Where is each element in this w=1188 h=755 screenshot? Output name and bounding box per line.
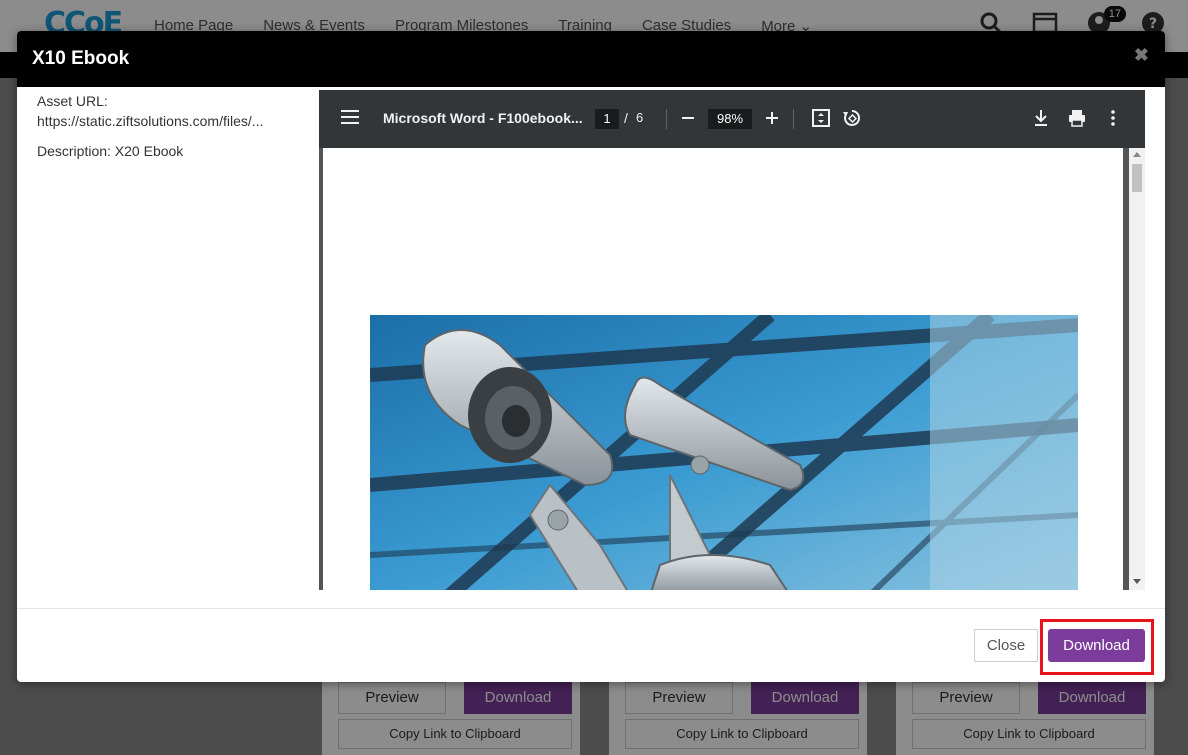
asset-info: Asset URL: https://static.ziftsolutions.… xyxy=(37,91,299,161)
zoom-in-icon[interactable] xyxy=(760,106,784,130)
pdf-toolbar: Microsoft Word - F100ebook... 1 / 6 98% xyxy=(319,90,1145,148)
scroll-up-arrow-icon[interactable] xyxy=(1133,152,1141,157)
pdf-total-pages: 6 xyxy=(636,110,644,125)
modal-header: X10 Ebook ✖ xyxy=(17,31,1165,87)
toolbar-divider xyxy=(793,109,794,129)
fit-page-icon[interactable] xyxy=(809,106,833,130)
asset-url-label: Asset URL: xyxy=(37,93,108,109)
asset-url-value: https://static.ziftsolutions.com/files/.… xyxy=(37,113,264,129)
zoom-out-icon[interactable] xyxy=(676,106,700,130)
rotate-icon[interactable] xyxy=(840,106,864,130)
pdf-page-separator: / xyxy=(624,110,628,126)
pdf-page-input[interactable]: 1 xyxy=(595,109,619,129)
pdf-scrollbar[interactable] xyxy=(1129,148,1145,590)
security-camera-image xyxy=(370,315,1078,590)
asset-preview-modal: X10 Ebook ✖ Asset URL: https://static.zi… xyxy=(17,31,1165,682)
download-button[interactable]: Download xyxy=(1048,629,1145,662)
pdf-zoom-input[interactable]: 98% xyxy=(708,109,752,129)
modal-title: X10 Ebook xyxy=(32,48,130,69)
pdf-document-title: Microsoft Word - F100ebook... xyxy=(383,110,583,126)
pdf-page xyxy=(323,148,1123,590)
more-options-icon[interactable] xyxy=(1101,106,1125,130)
pdf-document-area[interactable] xyxy=(319,148,1145,590)
pdf-viewer: Microsoft Word - F100ebook... 1 / 6 98% xyxy=(319,90,1145,590)
close-icon[interactable]: ✖ xyxy=(1134,45,1149,66)
download-icon[interactable] xyxy=(1029,106,1053,130)
menu-icon[interactable] xyxy=(341,110,359,124)
close-button[interactable]: Close xyxy=(974,629,1038,662)
print-icon[interactable] xyxy=(1065,106,1089,130)
scroll-thumb[interactable] xyxy=(1132,164,1142,192)
toolbar-divider xyxy=(666,109,667,129)
modal-footer: Close Download xyxy=(17,608,1165,682)
asset-description: Description: X20 Ebook xyxy=(37,143,184,159)
scroll-down-arrow-icon[interactable] xyxy=(1133,579,1141,584)
